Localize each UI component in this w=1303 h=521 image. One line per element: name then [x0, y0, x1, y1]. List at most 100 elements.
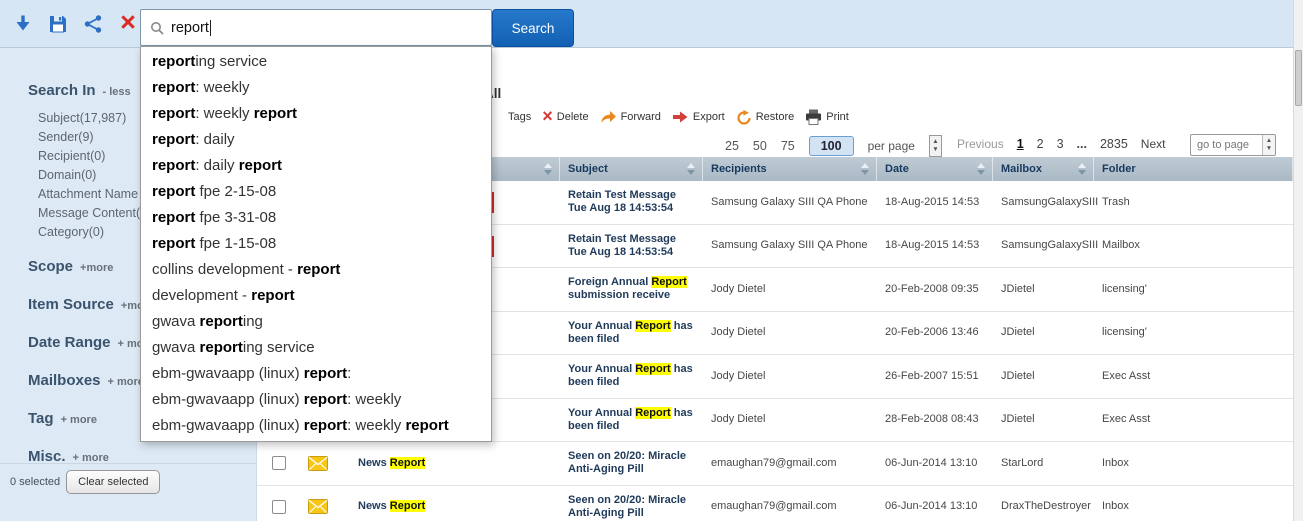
header-date-column[interactable]: Date	[877, 157, 993, 181]
sort-arrows-icon	[861, 163, 869, 175]
search-suggestion[interactable]: collins development - report	[141, 257, 491, 283]
search-suggestion[interactable]: report: daily	[141, 127, 491, 153]
table-row[interactable]: News ReportSeen on 20/20: Miracle Anti-A…	[257, 442, 1293, 486]
restore-button[interactable]: Restore	[736, 110, 795, 125]
highlighted-term: Report	[635, 407, 670, 419]
page-link-3[interactable]: 3	[1057, 137, 1064, 151]
scrollbar-thumb[interactable]	[1295, 50, 1302, 106]
cell-mailbox: StarLord	[993, 442, 1094, 485]
tags-button[interactable]: Tags	[508, 111, 531, 123]
search-input[interactable]: report	[140, 9, 492, 46]
search-suggestion[interactable]: gwava reporting service	[141, 335, 491, 361]
cell-recipients: emaughan79@gmail.com	[703, 442, 877, 485]
cell-subject: Retain Test Message Tue Aug 18 14:53:54	[560, 181, 703, 224]
page-size-selected[interactable]: 100	[809, 136, 854, 156]
cell-mailbox: DraxTheDestroyer	[993, 486, 1094, 521]
page-size-25[interactable]: 25	[725, 139, 739, 153]
cell-recipients: Jody Dietel	[703, 268, 877, 311]
search-suggestion[interactable]: report: daily report	[141, 153, 491, 179]
delete-icon	[542, 110, 553, 125]
cell-folder: Exec Asst	[1094, 399, 1293, 442]
cell-date: 20-Feb-2008 09:35	[877, 268, 993, 311]
cell-mailbox: JDietel	[993, 399, 1094, 442]
download-button[interactable]	[12, 13, 34, 35]
top-toolbar: report Search	[0, 0, 1303, 48]
cell-mailbox: SamsungGalaxySIII	[993, 225, 1094, 268]
cell-folder: licensing'	[1094, 312, 1293, 355]
restore-icon	[736, 110, 752, 125]
print-button[interactable]: Print	[805, 109, 849, 125]
search-suggestion[interactable]: report fpe 2-15-08	[141, 179, 491, 205]
header-mailbox-column[interactable]: Mailbox	[993, 157, 1094, 181]
delete-result-button[interactable]: Delete	[542, 110, 588, 125]
envelope-icon	[308, 499, 328, 514]
clear-selected-button[interactable]: Clear selected	[66, 470, 160, 494]
page-link-2[interactable]: 2	[1037, 137, 1044, 151]
search-suggestion[interactable]: report fpe 1-15-08	[141, 231, 491, 257]
goto-page-stepper[interactable]	[1262, 135, 1275, 155]
search-suggestion[interactable]: gwava reporting	[141, 309, 491, 335]
cell-from: News Report	[350, 442, 560, 485]
goto-page-input[interactable]: go to page	[1190, 134, 1276, 156]
save-icon	[48, 14, 68, 34]
cell-date: 06-Jun-2014 13:10	[877, 486, 993, 521]
row-checkbox[interactable]	[272, 500, 286, 514]
header-subject-column[interactable]: Subject	[560, 157, 703, 181]
search-suggestion[interactable]: report: weekly	[141, 75, 491, 101]
search-icon	[150, 21, 164, 35]
header-folder-column[interactable]: Folder	[1094, 157, 1293, 181]
page-link-1[interactable]: 1	[1017, 137, 1024, 151]
sidebar-section-label: Search In	[28, 82, 96, 99]
sidebar-section-label: Tag	[28, 410, 54, 427]
sidebar-section-toggle[interactable]: + more	[108, 376, 144, 388]
cell-date: 26-Feb-2007 15:51	[877, 355, 993, 398]
sort-arrows-icon	[687, 163, 695, 175]
page-size-75[interactable]: 75	[781, 139, 795, 153]
sort-arrows-icon	[544, 163, 552, 175]
page-ellipsis: ...	[1077, 137, 1087, 151]
sort-arrows-icon	[977, 163, 985, 175]
cell-item-type	[300, 442, 350, 485]
per-page-stepper[interactable]	[929, 135, 942, 157]
cell-folder: licensing'	[1094, 268, 1293, 311]
save-button[interactable]	[47, 13, 69, 35]
highlighted-term: Report	[635, 320, 670, 332]
share-button[interactable]	[82, 13, 104, 35]
per-page-label: per page	[868, 139, 915, 153]
sidebar-section-toggle[interactable]: +more	[80, 262, 113, 274]
cell-mailbox: JDietel	[993, 312, 1094, 355]
search-suggestion[interactable]: report fpe 3-31-08	[141, 205, 491, 231]
row-checkbox[interactable]	[272, 456, 286, 470]
page-size-50[interactable]: 50	[753, 139, 767, 153]
cell-subject: Your Annual Report has been filed	[560, 312, 703, 355]
search-suggestion[interactable]: ebm-gwavaapp (linux) report: weekly repo…	[141, 413, 491, 439]
cell-recipients: Jody Dietel	[703, 355, 877, 398]
highlighted-term: Report	[390, 500, 425, 512]
vertical-scrollbar[interactable]	[1293, 0, 1303, 521]
delete-button[interactable]	[117, 13, 139, 35]
sidebar-section-toggle[interactable]: - less	[103, 86, 131, 98]
previous-page-link[interactable]: Previous	[957, 137, 1004, 151]
search-suggestion[interactable]: ebm-gwavaapp (linux) report: weekly	[141, 387, 491, 413]
search-suggestion[interactable]: reporting service	[141, 49, 491, 75]
export-button[interactable]: Export	[672, 110, 725, 124]
cell-folder: Mailbox	[1094, 225, 1293, 268]
search-button[interactable]: Search	[492, 9, 574, 47]
cell-subject: Retain Test Message Tue Aug 18 14:53:54	[560, 225, 703, 268]
search-suggestion[interactable]: report: weekly report	[141, 101, 491, 127]
sidebar-section-label: Date Range	[28, 334, 111, 351]
search-suggestion[interactable]: development - report	[141, 283, 491, 309]
table-row[interactable]: News ReportSeen on 20/20: Miracle Anti-A…	[257, 486, 1293, 521]
page-link-last[interactable]: 2835	[1100, 137, 1128, 151]
highlighted-term: Report	[651, 276, 686, 288]
search-suggestion[interactable]: ebm-gwavaapp (linux) report:	[141, 361, 491, 387]
next-page-link[interactable]: Next	[1141, 137, 1166, 151]
print-icon	[805, 109, 822, 125]
download-icon	[13, 14, 33, 34]
sidebar-section-toggle[interactable]: + more	[61, 414, 97, 426]
delete-icon	[120, 12, 136, 36]
pager: Previous 1 2 3 ... 2835 Next	[957, 137, 1165, 151]
header-recipients-column[interactable]: Recipients	[703, 157, 877, 181]
search-query-text: report	[171, 20, 209, 36]
forward-button[interactable]: Forward	[600, 110, 661, 124]
